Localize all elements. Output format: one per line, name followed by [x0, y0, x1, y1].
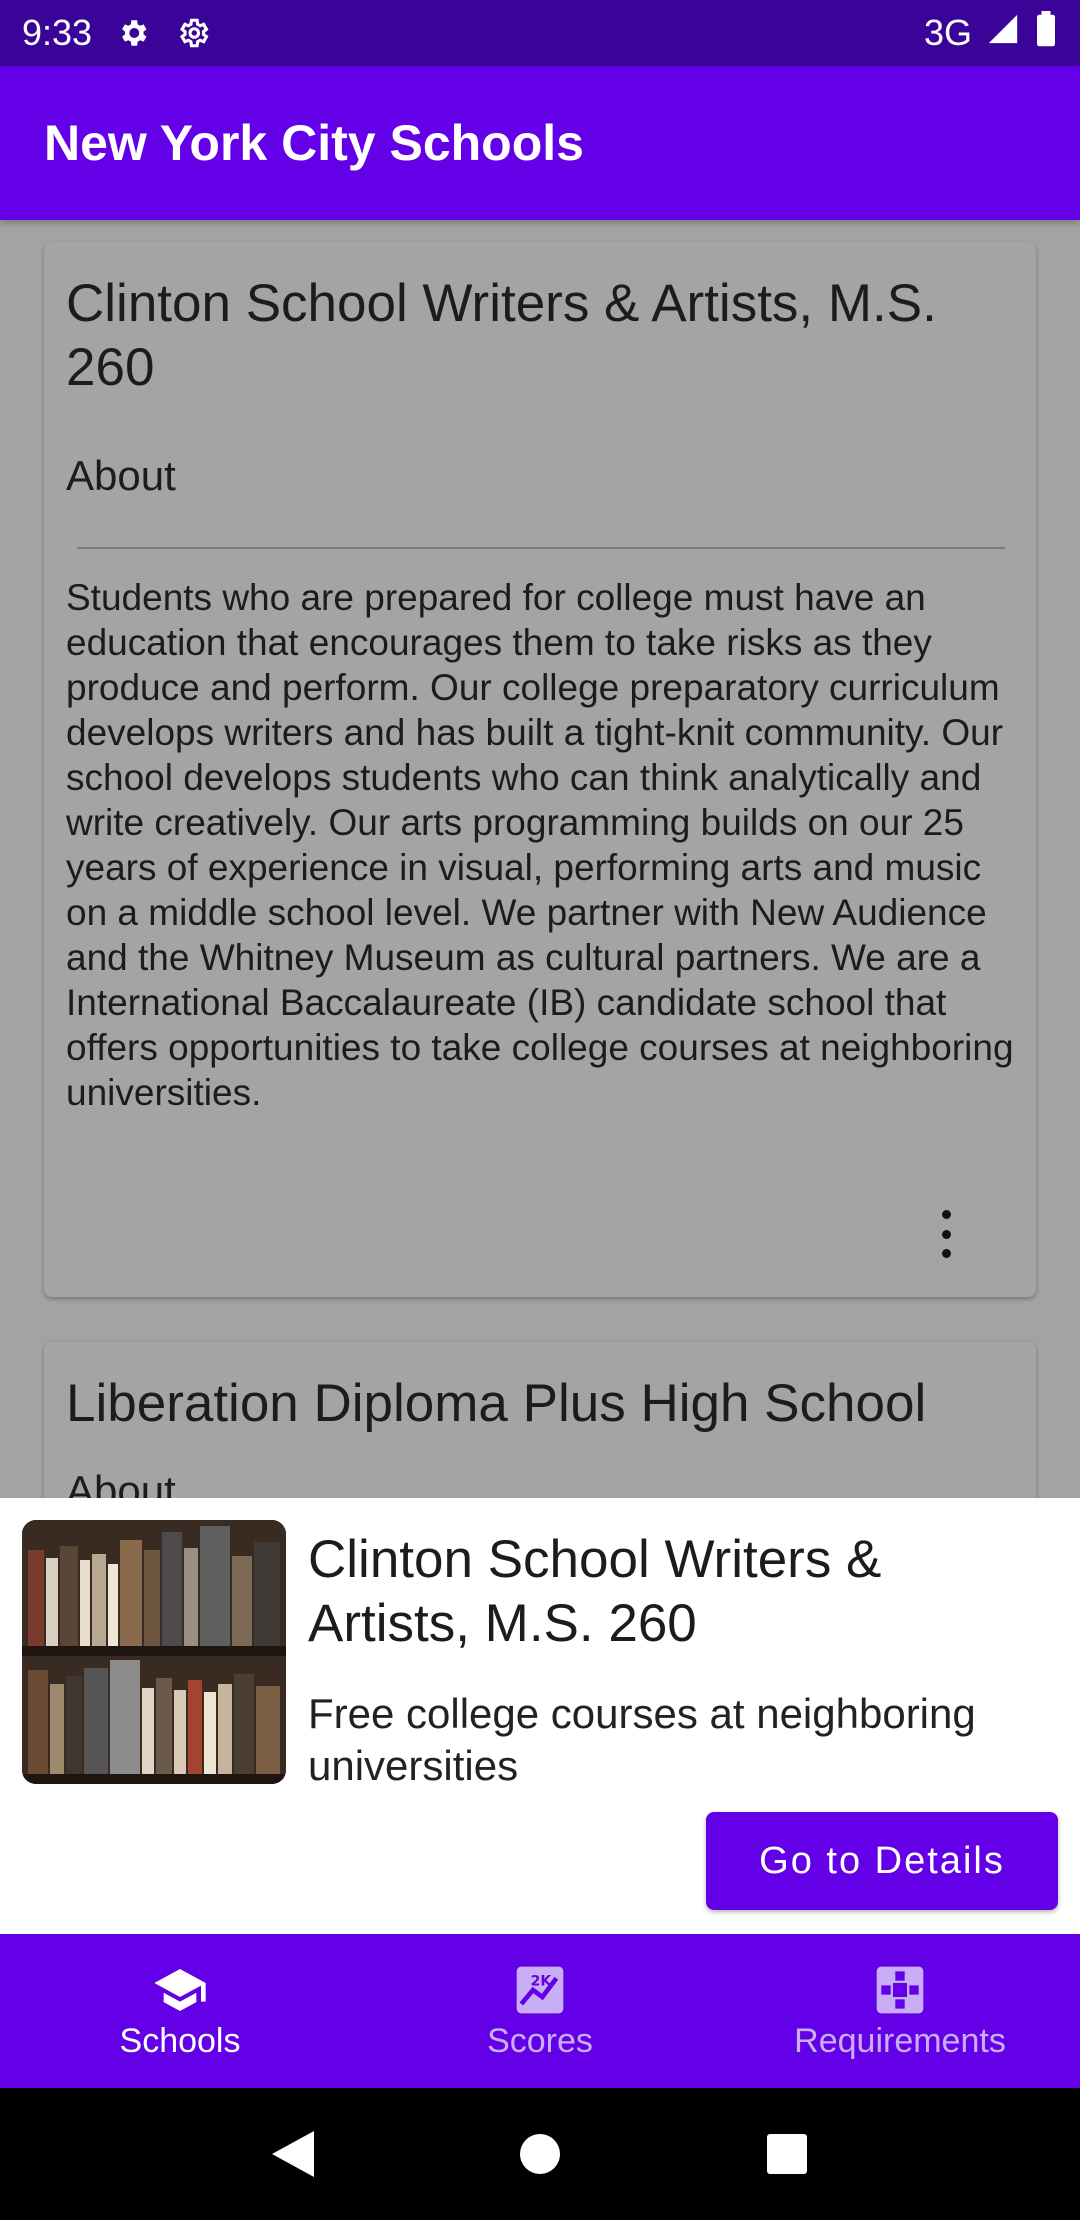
recents-icon[interactable] [752, 2119, 822, 2189]
system-navigation-bar [0, 2088, 1080, 2220]
gear-icon [114, 14, 152, 52]
nav-item-schools[interactable]: Schools [0, 1934, 360, 2088]
svg-text:2K: 2K [531, 1973, 553, 1989]
more-options-icon[interactable] [926, 1202, 966, 1266]
school-summary-sheet: Clinton School Writers & Artists, M.S. 2… [0, 1498, 1080, 1934]
status-bar: 9:33 3G [0, 0, 1080, 66]
nav-label: Requirements [794, 2021, 1006, 2060]
about-label: About [66, 1467, 176, 1498]
school-cap-icon [152, 1962, 208, 2018]
home-icon[interactable] [505, 2119, 575, 2189]
settings-icon [174, 14, 212, 52]
sheet-school-name: Clinton School Writers & Artists, M.S. 2… [308, 1530, 882, 1653]
status-time: 9:33 [22, 12, 93, 53]
back-icon[interactable] [258, 2119, 328, 2189]
about-label: About [66, 452, 176, 499]
nav-item-requirements[interactable]: Requirements [720, 1934, 1080, 2088]
school-name: Liberation Diploma Plus High School [66, 1374, 927, 1433]
sheet-highlight: Free college courses at neighboring univ… [308, 1690, 976, 1789]
go-to-details-button[interactable]: Go to Details [706, 1812, 1058, 1910]
nav-item-scores[interactable]: 2K Scores [360, 1934, 720, 2088]
app-title: New York City Schools [44, 115, 584, 171]
bottom-navigation: Schools 2K Scores Requirements [0, 1934, 1080, 2088]
nav-label: Schools [119, 2021, 241, 2060]
school-list[interactable]: Clinton School Writers & Artists, M.S. 2… [0, 220, 1080, 1498]
network-type: 3G [923, 12, 972, 53]
signal-icon [986, 12, 1020, 55]
app-bar: New York City Schools [0, 66, 1080, 220]
scores-chart-icon: 2K [512, 1962, 568, 2018]
screen: 9:33 3G New York City Schools Clinton Sc… [0, 0, 1080, 2220]
nav-label: Scores [487, 2021, 593, 2060]
bookshelf-image [22, 1520, 286, 1784]
school-card[interactable]: Clinton School Writers & Artists, M.S. 2… [44, 242, 1036, 1297]
battery-icon [1034, 10, 1058, 56]
divider [77, 547, 1005, 549]
school-name: Clinton School Writers & Artists, M.S. 2… [66, 274, 937, 397]
requirements-icon [872, 1962, 928, 2018]
school-card[interactable]: Liberation Diploma Plus High School Abou… [44, 1342, 1036, 1498]
school-description: Students who are prepared for college mu… [66, 577, 1014, 1113]
